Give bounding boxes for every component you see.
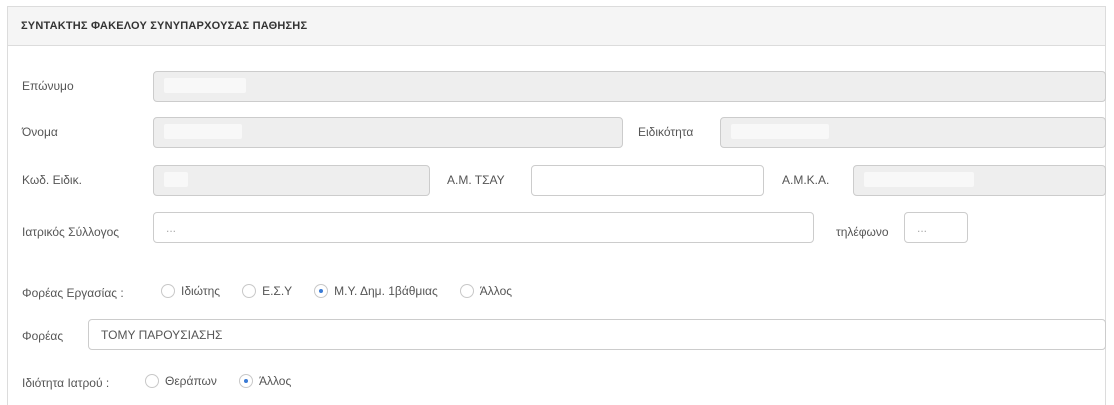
am-tsay-label: Α.Μ. ΤΣΑΥ [447, 173, 505, 187]
amka-label: Α.Μ.Κ.Α. [782, 173, 830, 187]
doctor-role-label: Ιδιότητα Ιατρού : [22, 376, 110, 390]
surname-label: Επώνυμο [22, 79, 74, 93]
redacted-value [164, 124, 242, 139]
phone-label: τηλέφωνο [836, 225, 889, 239]
radio-circle-icon[interactable] [459, 284, 474, 298]
radio-circle-icon[interactable] [161, 284, 175, 298]
panel-header: ΣΥΝΤΑΚΤΗΣ ΦΑΚΕΛΟΥ ΣΥΝΥΠΑΡΧΟΥΣΑΣ ΠΑΘΗΣΗΣ [8, 7, 1105, 46]
specialty-code-field[interactable] [153, 165, 430, 196]
radio-circle-icon[interactable] [145, 374, 159, 388]
name-label: Όνομα [22, 125, 58, 139]
redacted-value [731, 124, 829, 139]
specialty-code-label: Κωδ. Ειδικ. [22, 173, 82, 187]
organization-field[interactable] [88, 319, 1106, 350]
employment-option-primary-public[interactable]: Μ.Υ. Δημ. 1βάθμιας [314, 284, 438, 298]
redacted-value [164, 172, 188, 187]
employment-option-private[interactable]: Ιδιώτης [161, 284, 220, 298]
employment-option-other[interactable]: Άλλος [459, 284, 512, 298]
employment-option-esy[interactable]: Ε.Σ.Υ [242, 284, 292, 298]
radio-circle-icon[interactable] [242, 284, 257, 298]
employment-label: Φορέας Εργασίας : [22, 286, 124, 300]
medical-association-label: Ιατρικός Σύλλογος [22, 225, 120, 239]
panel-title: ΣΥΝΤΑΚΤΗΣ ΦΑΚΕΛΟΥ ΣΥΝΥΠΑΡΧΟΥΣΑΣ ΠΑΘΗΣΗΣ [21, 20, 308, 32]
doctor-role-option-other[interactable]: Άλλος [238, 374, 291, 388]
redacted-value [164, 78, 246, 93]
redacted-value [864, 172, 974, 187]
radio-checked-icon[interactable] [314, 284, 329, 298]
doctor-role-radio-group: Θεράπων Άλλος [145, 374, 313, 388]
specialty-label: Ειδικότητα [638, 125, 694, 139]
phone-field[interactable] [904, 212, 968, 243]
medical-association-field[interactable] [153, 212, 814, 243]
organization-label: Φορέας [22, 329, 64, 343]
am-tsay-field[interactable] [531, 165, 764, 196]
radio-checked-icon[interactable] [238, 374, 253, 388]
surname-field[interactable] [153, 71, 1106, 102]
doctor-role-option-attending[interactable]: Θεράπων [145, 374, 217, 388]
employment-radio-group: Ιδιώτης Ε.Σ.Υ Μ.Υ. Δημ. 1βάθμιας Άλλος [161, 284, 534, 298]
